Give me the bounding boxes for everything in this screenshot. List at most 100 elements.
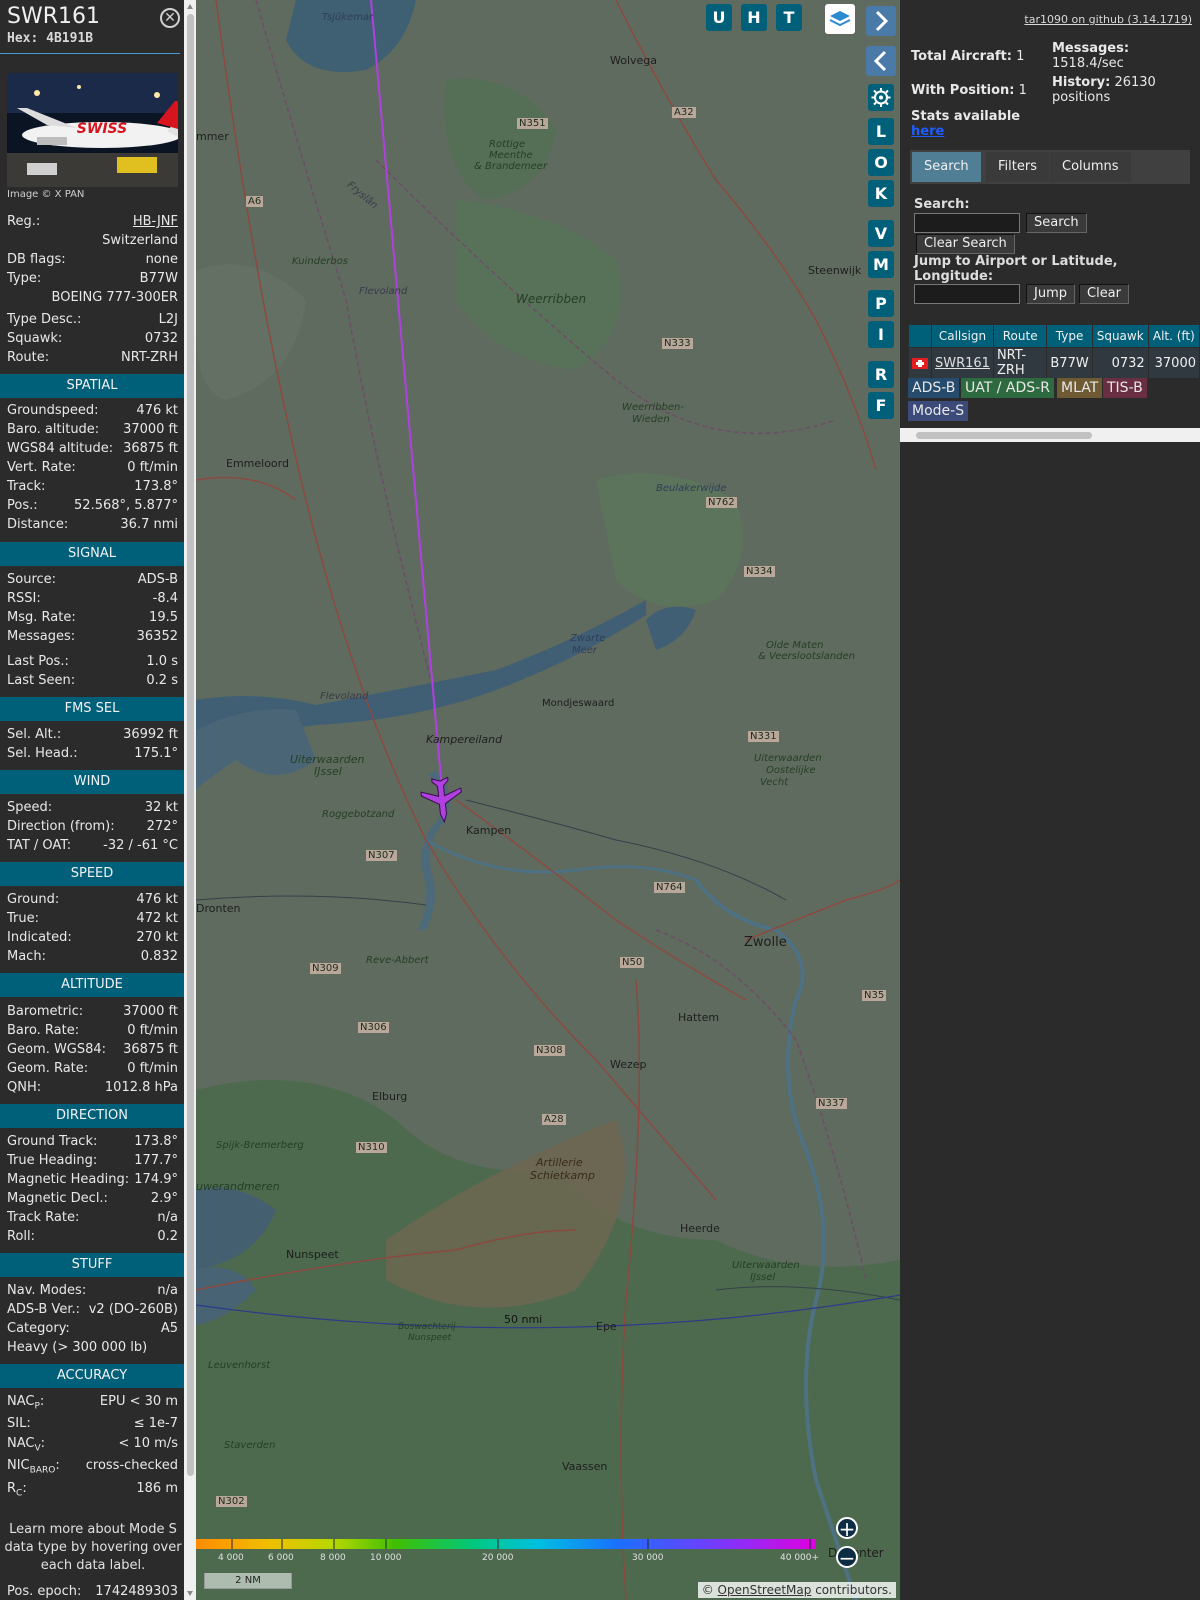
aircraft-photo[interactable]: SWISS: [7, 73, 178, 187]
tat-oat-row: TAT / OAT: -32 / -61 °C: [7, 838, 178, 853]
tab-search[interactable]: Search: [912, 152, 981, 182]
squawk-row: Squawk: 0732: [7, 331, 178, 346]
wind-direction-row: Direction (from): 272°: [7, 819, 178, 834]
legend-chip-tisb[interactable]: TIS-B: [1103, 378, 1147, 398]
track-rate-row: Track Rate: n/a: [7, 1210, 178, 1225]
jump-label: Jump to Airport or Latitude, Longitude:: [914, 254, 1118, 284]
last-seen-row: Last Seen: 0.2 s: [7, 673, 178, 688]
search-button[interactable]: Search: [1026, 213, 1087, 233]
sel-head-row: Sel. Head.: 175.1°: [7, 746, 178, 761]
search-label: Search:: [914, 197, 970, 212]
section-direction[interactable]: DIRECTION: [0, 1104, 184, 1128]
collapse-sidebar-icon[interactable]: [866, 46, 896, 76]
section-wind[interactable]: WIND: [0, 770, 184, 794]
jump-button[interactable]: Jump: [1026, 284, 1075, 304]
map-button-m[interactable]: M: [868, 251, 894, 278]
range-ring-label: 50 nmi: [504, 1313, 543, 1326]
aircraft-hex: Hex: 4B191B: [7, 31, 94, 46]
map-button-o[interactable]: O: [868, 149, 894, 176]
aircraft-table: Callsign Route Type Squawk Alt. (ft) SWR…: [908, 324, 1200, 379]
tab-filters[interactable]: Filters: [986, 152, 1049, 182]
zoom-out-icon[interactable]: −: [836, 1546, 858, 1569]
table-header-row: Callsign Route Type Squawk Alt. (ft): [909, 325, 1199, 347]
column-altitude[interactable]: Alt. (ft): [1148, 325, 1199, 347]
aircraft-header: SWR161 Hex: 4B191B ✕: [0, 0, 180, 54]
map-button-u[interactable]: U: [706, 4, 732, 31]
rc-row: RC: 186 m: [7, 1481, 178, 1499]
cell-route: NRT-ZRH: [993, 348, 1047, 378]
github-link[interactable]: tar1090 on github (3.14.1719): [1024, 13, 1192, 26]
table-row[interactable]: SWR161 NRT-ZRH B77W 0732 37000: [909, 348, 1199, 378]
expand-sidebar-icon[interactable]: [866, 6, 896, 36]
altitude-color-legend: [196, 1537, 816, 1551]
table-scrollbar[interactable]: [900, 428, 1200, 442]
section-stuff[interactable]: STUFF: [0, 1253, 184, 1277]
nav-modes-row: Nav. Modes: n/a: [7, 1283, 178, 1298]
map-button-l[interactable]: L: [868, 118, 894, 145]
column-route[interactable]: Route: [993, 325, 1047, 347]
settings-gear-icon[interactable]: [868, 84, 894, 111]
clear-button[interactable]: Clear: [1079, 284, 1129, 304]
history-stat: History: 26130 positions: [1052, 75, 1156, 105]
scroll-down-icon[interactable]: [187, 1591, 193, 1596]
table-scrollbar-thumb[interactable]: [916, 432, 1092, 439]
category-desc-row: Heavy (> 300 000 lb): [7, 1340, 148, 1355]
stats-link[interactable]: here: [911, 124, 944, 139]
sel-alt-row: Sel. Alt.: 36992 ft: [7, 727, 178, 742]
sil-row: SIL: ≤ 1e-7: [7, 1416, 178, 1431]
position-row: Pos.: 52.568°, 5.877°: [7, 498, 178, 513]
map-button-v[interactable]: V: [868, 220, 894, 247]
info-scrollbar-thumb[interactable]: [187, 14, 194, 1476]
map-attribution: © OpenStreetMap contributors.: [697, 1582, 896, 1598]
cell-squawk: 0732: [1092, 348, 1148, 378]
legend-chip-adsb[interactable]: ADS-B: [908, 378, 960, 398]
clear-search-button[interactable]: Clear Search: [916, 234, 1015, 254]
svg-text:SWISS: SWISS: [77, 121, 127, 137]
close-icon[interactable]: ✕: [160, 8, 180, 28]
flag-switzerland-icon: [909, 348, 931, 378]
map-button-r[interactable]: R: [868, 361, 894, 388]
section-spatial[interactable]: SPATIAL: [0, 374, 184, 398]
jump-input[interactable]: [914, 284, 1020, 304]
osm-link[interactable]: OpenStreetMap: [718, 1583, 812, 1597]
section-speed[interactable]: SPEED: [0, 862, 184, 886]
map-button-f[interactable]: F: [868, 392, 894, 419]
registration-link[interactable]: HB-JNF: [133, 214, 178, 229]
legend-chip-mlat[interactable]: MLAT: [1057, 378, 1103, 398]
map-button-i[interactable]: I: [868, 321, 894, 348]
map-view[interactable]: Tsjûkemar Wolvega N351 A32 A6 mmer Rotti…: [196, 0, 900, 1600]
map-button-p[interactable]: P: [868, 290, 894, 317]
cell-altitude: 37000: [1148, 348, 1199, 378]
column-callsign[interactable]: Callsign: [932, 325, 993, 347]
layers-icon[interactable]: [825, 4, 855, 34]
aircraft-callsign: SWR161: [7, 4, 100, 29]
messages-row: Messages: 36352: [7, 629, 178, 644]
map-button-t[interactable]: T: [776, 4, 802, 31]
map-button-k[interactable]: K: [868, 180, 894, 207]
pos-epoch-row: Pos. epoch: 1742489303: [7, 1584, 178, 1599]
search-input[interactable]: [914, 213, 1020, 233]
callsign-link[interactable]: SWR161: [935, 356, 990, 371]
section-fms-sel[interactable]: FMS SEL: [0, 697, 184, 721]
map-button-h[interactable]: H: [741, 4, 767, 31]
section-altitude[interactable]: ALTITUDE: [0, 973, 184, 997]
scroll-up-icon[interactable]: [187, 4, 193, 9]
cell-type: B77W: [1047, 348, 1092, 378]
source-row: Source: ADS-B: [7, 572, 178, 587]
legend-chip-uat[interactable]: UAT / ADS-R: [961, 378, 1054, 398]
info-scrollbar[interactable]: [184, 0, 196, 1600]
column-type[interactable]: Type: [1047, 325, 1092, 347]
route-row: Route: NRT-ZRH: [7, 350, 178, 365]
legend-label-30000: 30 000: [632, 1553, 664, 1563]
section-signal[interactable]: SIGNAL: [0, 542, 184, 566]
column-squawk[interactable]: Squawk: [1092, 325, 1148, 347]
zoom-in-icon[interactable]: +: [836, 1517, 858, 1540]
legend-label-8000: 8 000: [320, 1553, 346, 1563]
column-flag[interactable]: [909, 325, 931, 347]
section-accuracy[interactable]: ACCURACY: [0, 1364, 184, 1388]
legend-chip-modes[interactable]: Mode-S: [908, 401, 969, 421]
total-aircraft-stat: Total Aircraft: 1: [911, 49, 1025, 64]
tab-columns[interactable]: Columns: [1050, 152, 1131, 182]
mode-s-help-note: Learn more about Mode S data type by hov…: [4, 1522, 182, 1573]
vert-rate-row: Vert. Rate: 0 ft/min: [7, 460, 178, 475]
